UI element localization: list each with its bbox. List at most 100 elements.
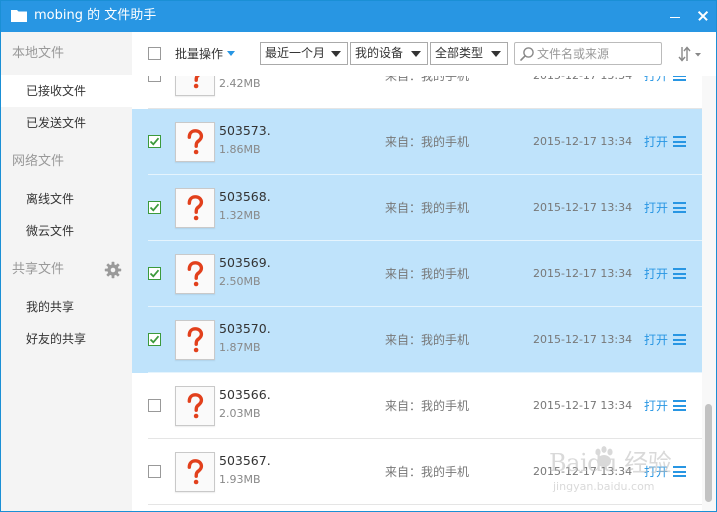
- file-time: 2015-12-17 13:34: [533, 201, 633, 214]
- dropdown-arrow-icon: [331, 51, 341, 57]
- file-size: 2.50MB: [219, 275, 261, 288]
- file-row[interactable]: 2.42MB 来自：我的手机 2015-12-17 13:34 打开: [132, 76, 702, 109]
- folder-icon: [11, 10, 27, 22]
- sidebar-item-offline-files[interactable]: 离线文件: [1, 183, 132, 215]
- row-checkbox[interactable]: [148, 399, 161, 412]
- batch-operations-button[interactable]: 批量操作: [175, 46, 236, 62]
- menu-icon[interactable]: [673, 400, 686, 411]
- paw-logo-icon: [595, 446, 613, 467]
- file-row[interactable]: 503569. 2.50MB 来自：我的手机 2015-12-17 13:34 打开: [132, 241, 702, 307]
- unknown-file-icon[interactable]: [175, 188, 215, 228]
- unknown-file-icon[interactable]: [175, 452, 215, 492]
- file-name: 503566.: [219, 387, 271, 402]
- file-source: 来自：我的手机: [385, 465, 470, 479]
- file-source: 来自：我的手机: [385, 135, 470, 149]
- row-checkbox[interactable]: [148, 201, 161, 214]
- file-source: 来自：我的手机: [385, 201, 470, 215]
- file-time: 2015-12-17 13:34: [533, 267, 633, 280]
- menu-icon[interactable]: [673, 76, 686, 81]
- sidebar-item-weiyun-files[interactable]: 微云文件: [1, 215, 132, 247]
- checkmark-icon: [149, 203, 160, 212]
- file-row[interactable]: 503566. 2.03MB 来自：我的手机 2015-12-17 13:34 打开: [132, 373, 702, 439]
- search-box[interactable]: [514, 42, 662, 65]
- row-divider: [148, 504, 702, 505]
- type-filter-value: 全部类型: [435, 46, 484, 60]
- open-link[interactable]: 打开: [644, 266, 668, 282]
- watermark-url: jingyan.baidu.com: [553, 480, 655, 493]
- batch-operations-label: 批量操作: [175, 47, 224, 61]
- file-row[interactable]: 503568. 1.32MB 来自：我的手机 2015-12-17 13:34 打开: [132, 175, 702, 241]
- unknown-file-icon[interactable]: [175, 76, 215, 96]
- checkmark-icon: [149, 137, 160, 146]
- checkmark-icon: [149, 269, 160, 278]
- file-name: 503567.: [219, 453, 271, 468]
- file-size: 1.32MB: [219, 209, 261, 222]
- file-time: 2015-12-17 13:34: [533, 76, 632, 83]
- device-filter-select[interactable]: 我的设备: [350, 42, 428, 65]
- file-size: 1.87MB: [219, 341, 261, 354]
- type-filter-select[interactable]: 全部类型: [430, 42, 508, 65]
- file-size: 1.93MB: [219, 473, 261, 486]
- file-name: 503570.: [219, 321, 271, 336]
- row-checkbox[interactable]: [148, 333, 161, 346]
- file-size: 1.86MB: [219, 143, 261, 156]
- close-button[interactable]: [694, 7, 712, 25]
- time-filter-value: 最近一个月: [265, 46, 326, 60]
- row-checkbox[interactable]: [148, 465, 161, 478]
- menu-icon[interactable]: [673, 136, 686, 147]
- select-all-checkbox[interactable]: [148, 47, 161, 60]
- file-row[interactable]: 503573. 1.86MB 来自：我的手机 2015-12-17 13:34 打开: [132, 109, 702, 175]
- row-checkbox[interactable]: [148, 267, 161, 280]
- file-name: 503568.: [219, 189, 271, 204]
- file-name: 503573.: [219, 123, 271, 138]
- gear-icon[interactable]: [104, 261, 122, 279]
- sidebar: 本地文件 已接收文件 已发送文件 网络文件 离线文件 微云文件 共享文件 我的共…: [1, 32, 132, 511]
- section-local-files: 本地文件: [12, 46, 65, 61]
- dropdown-arrow-icon: [491, 51, 501, 57]
- file-size: 2.03MB: [219, 407, 261, 420]
- title-bar[interactable]: mobing 的 文件助手: [1, 1, 716, 32]
- open-link[interactable]: 打开: [644, 76, 668, 84]
- unknown-file-icon[interactable]: [175, 254, 215, 294]
- row-checkbox[interactable]: [148, 76, 161, 82]
- sidebar-item-friends-shares[interactable]: 好友的共享: [1, 323, 132, 355]
- watermark: Baidu 经验 jingyan.baidu.com: [549, 441, 709, 501]
- file-name: 503569.: [219, 255, 271, 270]
- open-link[interactable]: 打开: [644, 200, 668, 216]
- minimize-button[interactable]: [666, 7, 684, 25]
- file-assistant-window: mobing 的 文件助手 本地文件 已接收文件 已发送文件 网络文件 离线文件…: [0, 0, 717, 512]
- open-link[interactable]: 打开: [644, 134, 668, 150]
- menu-icon[interactable]: [673, 334, 686, 345]
- search-input[interactable]: [537, 45, 659, 62]
- file-size: 2.42MB: [219, 77, 261, 90]
- file-source: 来自：我的手机: [385, 76, 470, 83]
- file-source: 来自：我的手机: [385, 333, 470, 347]
- sidebar-item-my-shares[interactable]: 我的共享: [1, 291, 132, 323]
- caret-down-icon: [227, 51, 236, 56]
- row-checkbox[interactable]: [148, 135, 161, 148]
- device-filter-value: 我的设备: [355, 46, 404, 60]
- file-row[interactable]: 503570. 1.87MB 来自：我的手机 2015-12-17 13:34 打开: [132, 307, 702, 373]
- menu-icon[interactable]: [673, 268, 686, 279]
- open-link[interactable]: 打开: [644, 398, 668, 414]
- unknown-file-icon[interactable]: [175, 386, 215, 426]
- checkmark-icon: [149, 335, 160, 344]
- open-link[interactable]: 打开: [644, 332, 668, 348]
- sidebar-item-received-files[interactable]: 已接收文件: [1, 75, 132, 107]
- toolbar: 批量操作 最近一个月 我的设备 全部类型: [132, 32, 716, 76]
- file-time: 2015-12-17 13:34: [533, 399, 633, 412]
- unknown-file-icon[interactable]: [175, 122, 215, 162]
- file-time: 2015-12-17 13:34: [533, 333, 633, 346]
- time-filter-select[interactable]: 最近一个月: [260, 42, 348, 65]
- file-source: 来自：我的手机: [385, 399, 470, 413]
- dropdown-arrow-icon: [411, 51, 421, 57]
- section-shared-files: 共享文件: [12, 262, 65, 277]
- sort-icon[interactable]: [677, 45, 703, 63]
- unknown-file-icon[interactable]: [175, 320, 215, 360]
- sidebar-item-sent-files[interactable]: 已发送文件: [1, 107, 132, 139]
- file-time: 2015-12-17 13:34: [533, 135, 633, 148]
- window-title: mobing 的 文件助手: [34, 8, 157, 23]
- search-icon: [520, 47, 534, 61]
- section-network-files: 网络文件: [12, 154, 65, 169]
- menu-icon[interactable]: [673, 202, 686, 213]
